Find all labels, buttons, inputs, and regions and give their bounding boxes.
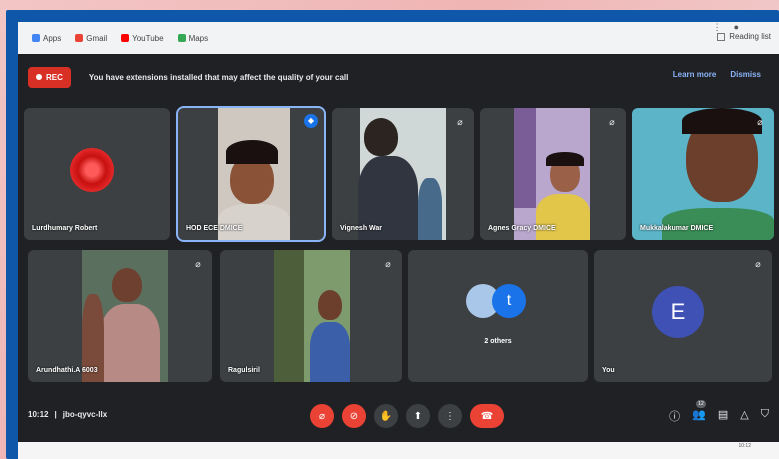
people-icon[interactable]: 👥 12: [692, 400, 706, 424]
more-vert-icon: ⋮: [445, 410, 455, 422]
participant-tile-others[interactable]: t 2 others: [408, 250, 588, 382]
participant-name: Lurdhumary Robert: [32, 225, 98, 232]
participant-name: Vignesh War: [340, 225, 383, 232]
participant-tile-agnes[interactable]: ⌀ Agnes Gracy DMICE: [480, 108, 626, 240]
camera-toggle-button[interactable]: ⊘: [342, 404, 366, 428]
extension-warning-bar: REC You have extensions installed that m…: [18, 54, 779, 100]
meet-control-bar: 10:12 | jbo-qyvc-llx ⌀ ⊘ ✋ ⬆ ⋮ ☎ ⓘ 👥 12 ▤…: [18, 394, 779, 442]
participant-tile-mukkalakumar[interactable]: ⌀ Mukkalakumar DMICE: [632, 108, 774, 240]
warning-message: You have extensions installed that may a…: [88, 72, 349, 82]
camera-off-icon: ⊘: [349, 410, 359, 422]
avatar-e: E: [652, 286, 704, 338]
mic-off-icon: ⌀: [195, 259, 201, 269]
chat-icon[interactable]: ▤: [718, 408, 728, 424]
activities-icon[interactable]: △: [740, 408, 748, 424]
learn-more-link[interactable]: Learn more: [673, 70, 717, 79]
participant-tile-you[interactable]: E ⌀ You: [594, 250, 772, 382]
present-button[interactable]: ⬆: [406, 404, 430, 428]
participant-tile-lurdhumary[interactable]: Lurdhumary Robert: [24, 108, 170, 240]
dismiss-button[interactable]: Dismiss: [730, 70, 761, 79]
mic-off-icon: ⌀: [609, 117, 615, 127]
participant-name: Mukkalakumar DMICE: [640, 225, 714, 232]
taskbar: 10:12: [18, 442, 779, 459]
end-call-button[interactable]: ☎: [470, 404, 504, 428]
reading-list-button[interactable]: Reading list: [717, 32, 771, 41]
bookmarks-bar: Apps Gmail YouTube Maps ⋮ ● Reading list: [18, 22, 779, 54]
participant-tile-hod-ece[interactable]: ◆ HOD ECE DMICE: [176, 106, 326, 242]
hand-icon: ✋: [379, 410, 393, 422]
bookmark-youtube[interactable]: YouTube: [121, 34, 164, 43]
participant-name: HOD ECE DMICE: [186, 225, 243, 232]
apps-icon: [32, 34, 40, 42]
others-label: 2 others: [484, 338, 512, 345]
bookmark-apps[interactable]: Apps: [32, 34, 61, 43]
mic-off-icon: ⌀: [757, 117, 763, 127]
present-icon: ⬆: [413, 410, 423, 422]
people-count-badge: 12: [696, 400, 706, 408]
participant-name: You: [602, 367, 615, 374]
mic-toggle-button[interactable]: ⌀: [310, 404, 334, 428]
raise-hand-button[interactable]: ✋: [374, 404, 398, 428]
reading-list-icon: [717, 32, 726, 41]
record-dot-icon: [36, 74, 42, 80]
meeting-time: 10:12: [28, 410, 49, 419]
meeting-code: jbo-qyvc-llx: [62, 410, 108, 419]
mic-off-icon: ⌀: [755, 259, 761, 269]
maps-icon: [177, 34, 186, 42]
mic-off-icon: ⌀: [457, 117, 463, 127]
avatar-t: t: [492, 284, 526, 318]
gmail-icon: [75, 34, 84, 42]
phone-hangup-icon: ☎: [480, 410, 494, 422]
participant-tile-arundhathi[interactable]: ⌀ Arundhathi.A 6003: [28, 250, 212, 382]
host-controls-icon[interactable]: ⛉: [761, 408, 769, 424]
flower-avatar: [70, 148, 114, 192]
side-panel-icons: ⓘ 👥 12 ▤ △ ⛉: [669, 400, 769, 424]
bookmark-gmail[interactable]: Gmail: [75, 34, 107, 43]
speaking-indicator-icon: ◆: [304, 114, 318, 128]
info-icon[interactable]: ⓘ: [669, 408, 680, 424]
call-controls: ⌀ ⊘ ✋ ⬆ ⋮ ☎: [310, 404, 504, 428]
mic-off-icon: ⌀: [385, 259, 391, 269]
participant-tile-vignesh[interactable]: ⌀ Vignesh War: [332, 108, 474, 240]
participant-name: Arundhathi.A 6003: [36, 367, 98, 374]
youtube-icon: [121, 34, 130, 42]
mic-off-icon: ⌀: [318, 410, 326, 422]
bookmark-maps[interactable]: Maps: [177, 34, 208, 43]
meeting-info: 10:12 | jbo-qyvc-llx: [28, 410, 108, 419]
meet-window: Apps Gmail YouTube Maps ⋮ ● Reading list…: [18, 22, 779, 442]
recording-badge: REC: [28, 66, 71, 88]
participant-name: Agnes Gracy DMICE: [488, 225, 556, 232]
participant-tile-ragulsiril[interactable]: ⌀ Ragulsiril: [220, 250, 402, 382]
taskbar-time: 10:12: [738, 443, 751, 449]
participant-name: Ragulsiril: [228, 367, 260, 374]
more-options-button[interactable]: ⋮: [438, 404, 462, 428]
